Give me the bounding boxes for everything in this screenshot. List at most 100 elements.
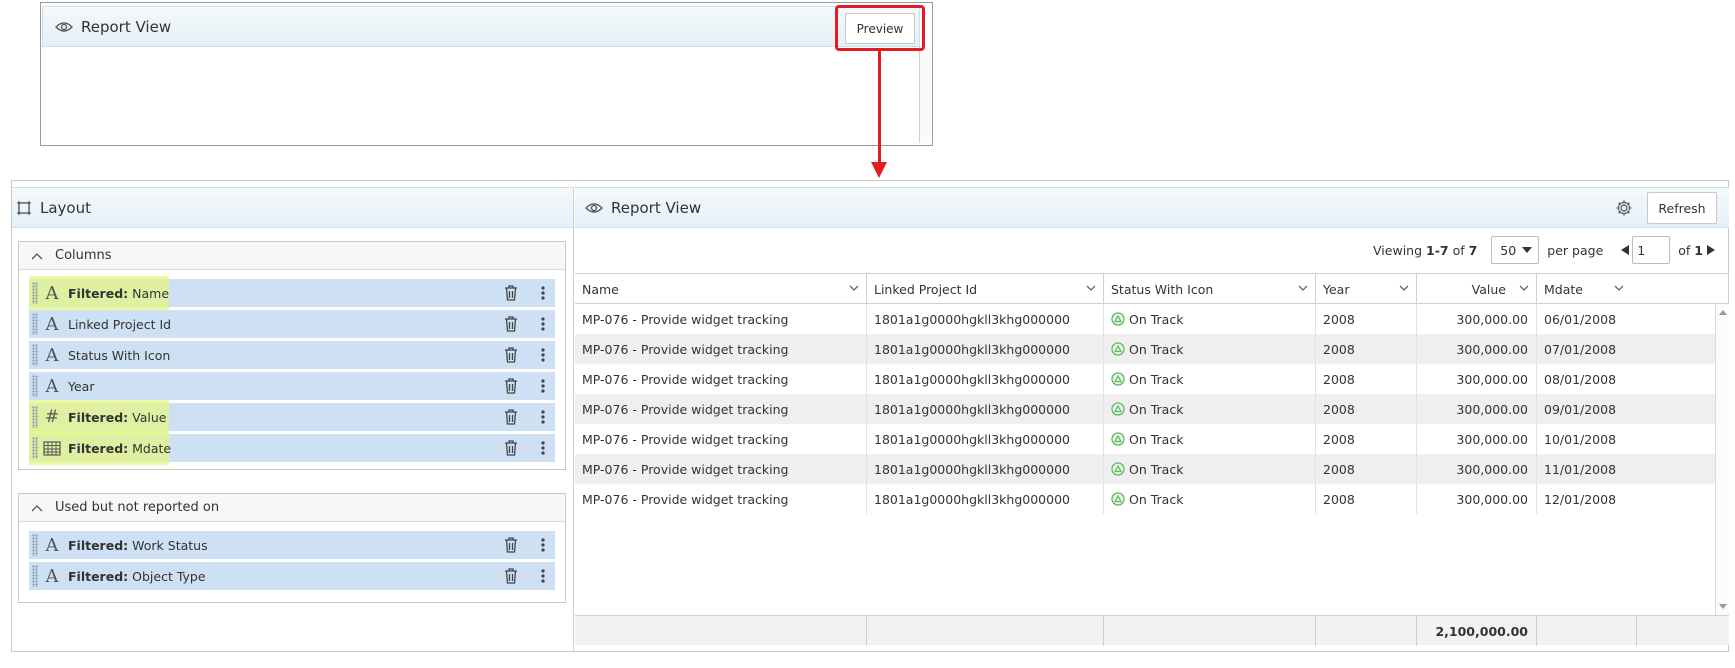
gear-icon[interactable]: [1615, 199, 1633, 217]
unused-columns-section: Used but not reported on A Filtered: Wor…: [18, 493, 566, 603]
drag-handle[interactable]: [32, 406, 38, 428]
cell-value: 300,000.00: [1417, 484, 1537, 514]
table-row[interactable]: MP-076 - Provide widget tracking 1801a1g…: [575, 454, 1729, 484]
column-header-linked-project-id[interactable]: Linked Project Id: [867, 274, 1104, 304]
column-header-status-with-icon[interactable]: Status With Icon: [1104, 274, 1316, 304]
total-value: 2,100,000.00: [1417, 616, 1537, 646]
kebab-menu-icon[interactable]: [541, 440, 545, 456]
cell-linked-project-id: 1801a1g0000hgkll3khg000000: [867, 364, 1104, 394]
kebab-menu-icon[interactable]: [541, 316, 545, 332]
trash-icon[interactable]: [504, 285, 518, 301]
kebab-menu-icon[interactable]: [541, 347, 545, 363]
scroll-up-icon[interactable]: [1719, 310, 1727, 315]
chevron-up-icon[interactable]: [31, 252, 43, 260]
cell-value: 300,000.00: [1417, 304, 1537, 334]
grid-header-row: Name Linked Project Id Status With Icon …: [575, 274, 1729, 304]
table-row[interactable]: MP-076 - Provide widget tracking 1801a1g…: [575, 304, 1729, 334]
next-page-icon[interactable]: [1707, 245, 1715, 255]
kebab-menu-icon[interactable]: [541, 537, 545, 553]
kebab-menu-icon[interactable]: [541, 285, 545, 301]
chevron-down-icon[interactable]: [1399, 284, 1409, 292]
kebab-menu-icon[interactable]: [541, 409, 545, 425]
cell-value: 300,000.00: [1417, 454, 1537, 484]
drag-handle[interactable]: [32, 534, 38, 556]
previous-page-icon[interactable]: [1621, 245, 1630, 255]
column-header-value[interactable]: Value: [1417, 274, 1537, 304]
drag-handle[interactable]: [32, 375, 38, 397]
table-row[interactable]: MP-076 - Provide widget tracking 1801a1g…: [575, 394, 1729, 424]
column-header-name[interactable]: Name: [575, 274, 867, 304]
scroll-down-icon[interactable]: [1719, 604, 1727, 609]
unused-section-header[interactable]: Used but not reported on: [19, 494, 565, 522]
table-row[interactable]: MP-076 - Provide widget tracking 1801a1g…: [575, 424, 1729, 454]
kebab-menu-icon[interactable]: [541, 568, 545, 584]
cell-mdate: 12/01/2008: [1544, 491, 1617, 507]
column-header-mdate[interactable]: Mdate: [1537, 274, 1729, 304]
chevron-up-icon[interactable]: [31, 504, 43, 512]
column-item-value[interactable]: # Filtered: Value: [29, 400, 555, 434]
column-item-status-with-icon[interactable]: A Status With Icon: [29, 341, 555, 369]
cell-status: On Track: [1104, 484, 1316, 514]
trash-icon[interactable]: [504, 440, 518, 456]
pagination-bar: Viewing 1-7 of 7 50 per page 1 of 1: [1373, 235, 1715, 265]
on-track-status-icon: [1111, 432, 1125, 446]
kebab-menu-icon[interactable]: [541, 378, 545, 394]
drag-handle[interactable]: [32, 313, 38, 335]
snippet-scrollbar[interactable]: [919, 47, 931, 143]
cell-year: 2008: [1316, 364, 1417, 394]
drag-handle[interactable]: [32, 344, 38, 366]
chevron-down-icon[interactable]: [1519, 284, 1529, 292]
filtered-prefix: Filtered:: [68, 440, 129, 456]
cell-status: On Track: [1104, 334, 1316, 364]
chevron-down-icon[interactable]: [1614, 284, 1624, 292]
trash-icon[interactable]: [504, 537, 518, 553]
column-item-label: Mdate: [132, 440, 172, 456]
column-item-label: Value: [132, 409, 167, 425]
grid-scrollbar[interactable]: [1715, 304, 1729, 615]
drag-handle[interactable]: [32, 282, 38, 304]
refresh-button[interactable]: Refresh: [1647, 192, 1717, 224]
page-number-input[interactable]: 1: [1632, 236, 1671, 264]
column-item-mdate[interactable]: Filtered: Mdate: [29, 431, 555, 465]
cell-mdate: 10/01/2008: [1544, 431, 1617, 447]
chevron-down-icon[interactable]: [849, 284, 859, 292]
grid-body: MP-076 - Provide widget tracking 1801a1g…: [575, 304, 1729, 615]
trash-icon[interactable]: [504, 409, 518, 425]
per-page-select[interactable]: 50: [1491, 236, 1540, 264]
drag-handle[interactable]: [32, 437, 38, 459]
table-row[interactable]: MP-076 - Provide widget tracking 1801a1g…: [575, 484, 1729, 514]
layout-header: Layout: [12, 187, 573, 228]
chevron-down-icon[interactable]: [1086, 284, 1096, 292]
column-header-year[interactable]: Year: [1316, 274, 1417, 304]
filtered-prefix: Filtered:: [68, 285, 129, 301]
cell-year: 2008: [1316, 484, 1417, 514]
cell-name: MP-076 - Provide widget tracking: [575, 484, 867, 514]
trash-icon[interactable]: [504, 316, 518, 332]
filtered-prefix: Filtered:: [68, 568, 129, 584]
cell-year: 2008: [1316, 334, 1417, 364]
report-view-snippet-title: Report View: [81, 17, 172, 36]
layout-title: Layout: [40, 198, 91, 217]
unused-item-work-status[interactable]: A Filtered: Work Status: [29, 531, 555, 559]
cell-mdate: 08/01/2008: [1544, 371, 1617, 387]
text-type-icon: A: [45, 313, 59, 335]
columns-section-header[interactable]: Columns: [19, 242, 565, 270]
column-item-label: Name: [132, 285, 170, 301]
cell-name: MP-076 - Provide widget tracking: [575, 454, 867, 484]
chevron-down-icon[interactable]: [1298, 284, 1308, 292]
per-page-label: per page: [1547, 242, 1604, 258]
column-item-linked-project-id[interactable]: A Linked Project Id: [29, 310, 555, 338]
trash-icon[interactable]: [504, 347, 518, 363]
drag-handle[interactable]: [32, 565, 38, 587]
unused-item-object-type[interactable]: A Filtered: Object Type: [29, 562, 555, 590]
trash-icon[interactable]: [504, 378, 518, 394]
table-row[interactable]: MP-076 - Provide widget tracking 1801a1g…: [575, 364, 1729, 394]
table-row[interactable]: MP-076 - Provide widget tracking 1801a1g…: [575, 334, 1729, 364]
column-item-name[interactable]: A Filtered: Name: [29, 276, 555, 310]
column-item-year[interactable]: A Year: [29, 372, 555, 400]
cell-status: On Track: [1104, 304, 1316, 334]
cell-value: 300,000.00: [1417, 424, 1537, 454]
callout-arrow-line: [878, 51, 881, 164]
trash-icon[interactable]: [504, 568, 518, 584]
text-type-icon: A: [45, 375, 59, 397]
